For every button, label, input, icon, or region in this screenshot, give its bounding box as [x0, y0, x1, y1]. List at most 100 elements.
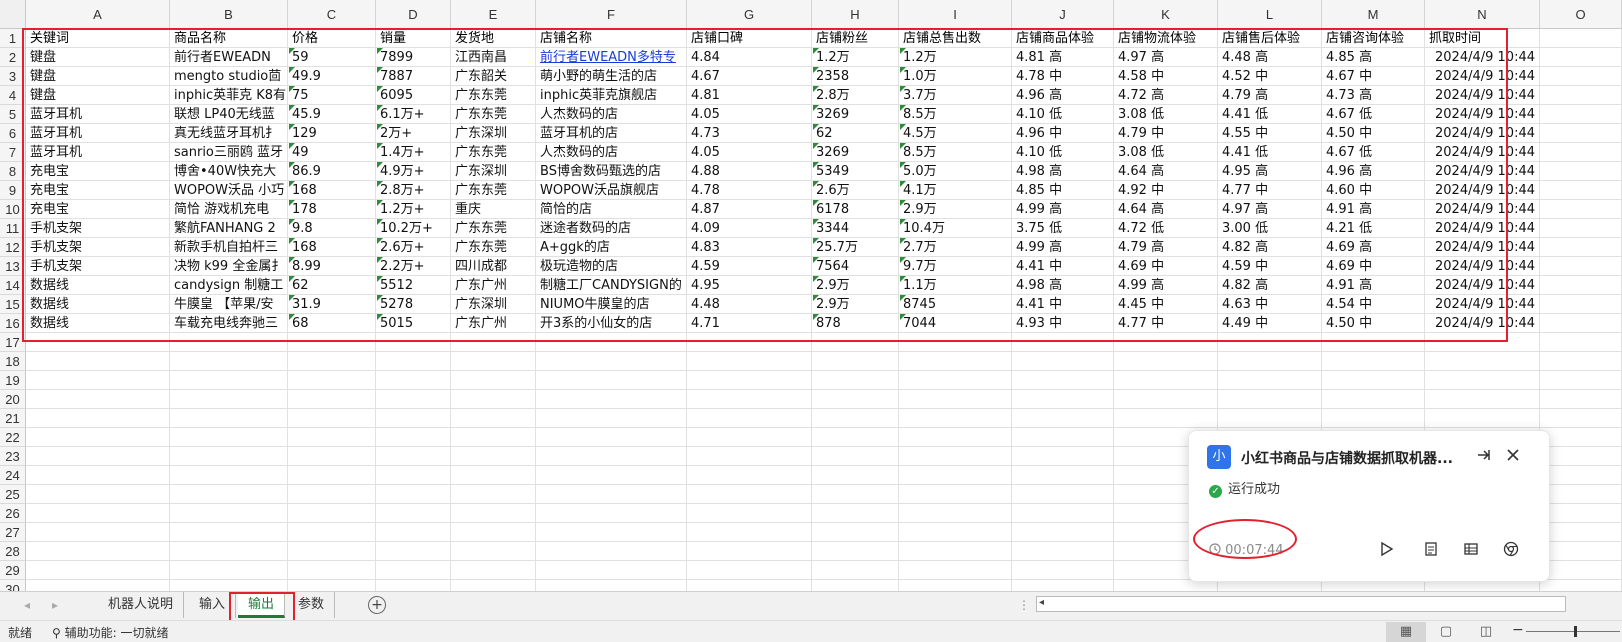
table-cell[interactable]: 2024/4/9 10:44	[1426, 295, 1539, 314]
table-cell[interactable]: 2.7万	[900, 238, 1011, 257]
header-cell[interactable]: 抓取时间	[1426, 29, 1539, 48]
table-cell[interactable]: 4.78 中	[1013, 67, 1113, 86]
table-cell[interactable]: 2024/4/9 10:44	[1426, 238, 1539, 257]
table-cell[interactable]: 2.2万+	[377, 257, 450, 276]
next-sheet-icon[interactable]: ▸	[52, 598, 58, 612]
header-cell[interactable]: 店铺咨询体验	[1323, 29, 1424, 48]
table-cell[interactable]: 4.78	[688, 181, 811, 200]
table-cell[interactable]: 简恰的店	[537, 200, 686, 219]
table-cell[interactable]: 4.79 高	[1115, 238, 1217, 257]
table-cell[interactable]: 联想 LP40无线蓝	[171, 105, 287, 124]
column-header-m[interactable]: M	[1322, 0, 1425, 29]
table-cell[interactable]: 4.96 中	[1013, 124, 1113, 143]
table-cell[interactable]: 4.83	[688, 238, 811, 257]
table-cell[interactable]: 4.71	[688, 314, 811, 333]
row-header-18[interactable]: 18	[0, 352, 26, 371]
table-cell[interactable]: 蓝牙耳机	[27, 105, 169, 124]
table-cell[interactable]: 1.2万	[813, 48, 898, 67]
page-layout-view-button[interactable]: ▢	[1426, 622, 1466, 642]
table-cell[interactable]: 7899	[377, 48, 450, 67]
header-cell[interactable]: 价格	[289, 29, 375, 48]
table-cell[interactable]: 1.2万	[900, 48, 1011, 67]
table-cell[interactable]: 4.97 高	[1219, 200, 1321, 219]
table-cell[interactable]: 4.59	[688, 257, 811, 276]
table-cell[interactable]: 蓝牙耳机	[27, 124, 169, 143]
row-header-7[interactable]: 7	[0, 143, 26, 162]
table-cell[interactable]: 广东东莞	[452, 105, 535, 124]
table-cell[interactable]: 2.9万	[813, 295, 898, 314]
column-header-o[interactable]: O	[1540, 0, 1622, 29]
header-cell[interactable]: 发货地	[452, 29, 535, 48]
table-cell[interactable]: 2024/4/9 10:44	[1426, 200, 1539, 219]
table-cell[interactable]: inphic英菲克 K8有	[171, 86, 287, 105]
table-cell[interactable]: 蓝牙耳机的店	[537, 124, 686, 143]
table-cell[interactable]: 8745	[900, 295, 1011, 314]
table-cell[interactable]: 3.08 低	[1115, 105, 1217, 124]
table-cell[interactable]: 4.41 低	[1219, 105, 1321, 124]
scroll-left-icon[interactable]: ◂	[1039, 597, 1044, 608]
table-cell[interactable]: 31.9	[289, 295, 375, 314]
row-header-30[interactable]: 30	[0, 580, 26, 591]
tab-output[interactable]: 输出	[238, 592, 286, 618]
table-cell[interactable]: 4.69 中	[1323, 257, 1424, 276]
table-cell[interactable]: 5.0万	[900, 162, 1011, 181]
table-cell[interactable]: 广东广州	[452, 314, 535, 333]
table-cell[interactable]: 4.59 中	[1219, 257, 1321, 276]
table-cell[interactable]: 前行者EWEADN	[171, 48, 287, 67]
row-header-24[interactable]: 24	[0, 466, 26, 485]
table-cell[interactable]: 4.64 高	[1115, 162, 1217, 181]
tab-robot-description[interactable]: 机器人说明	[98, 592, 185, 618]
header-cell[interactable]: 商品名称	[171, 29, 287, 48]
table-cell[interactable]: 4.84	[688, 48, 811, 67]
row-header-27[interactable]: 27	[0, 523, 26, 542]
tab-input[interactable]: 输入	[189, 592, 237, 618]
table-cell[interactable]: 4.69 高	[1323, 238, 1424, 257]
table-cell[interactable]: 手机支架	[27, 219, 169, 238]
table-cell[interactable]: 广东东莞	[452, 219, 535, 238]
table-cell[interactable]: 手机支架	[27, 257, 169, 276]
table-cell[interactable]: 9.7万	[900, 257, 1011, 276]
column-header-n[interactable]: N	[1425, 0, 1540, 29]
table-cell[interactable]: 4.60 中	[1323, 181, 1424, 200]
table-cell[interactable]: BS博舍数码甄选的店	[537, 162, 686, 181]
table-cell[interactable]: 极玩造物的店	[537, 257, 686, 276]
table-cell[interactable]: 四川成都	[452, 257, 535, 276]
header-cell[interactable]: 店铺售后体验	[1219, 29, 1321, 48]
table-cell[interactable]: 4.97 高	[1115, 48, 1217, 67]
table-cell[interactable]: 4.9万+	[377, 162, 450, 181]
table-cell[interactable]: 3.08 低	[1115, 143, 1217, 162]
table-cell[interactable]: 8.5万	[900, 143, 1011, 162]
header-cell[interactable]: 店铺总售出数	[900, 29, 1011, 48]
table-cell[interactable]: 178	[289, 200, 375, 219]
table-cell[interactable]: 4.85 高	[1323, 48, 1424, 67]
table-cell[interactable]: 手机支架	[27, 238, 169, 257]
header-cell[interactable]: 店铺口碑	[688, 29, 811, 48]
table-cell[interactable]: 1.0万	[900, 67, 1011, 86]
table-cell[interactable]: 数据线	[27, 276, 169, 295]
table-cell[interactable]: 25.7万	[813, 238, 898, 257]
table-cell[interactable]: inphic英菲克旗舰店	[537, 86, 686, 105]
table-cell[interactable]: 键盘	[27, 86, 169, 105]
table-cell[interactable]: 迷途者数码的店	[537, 219, 686, 238]
table-cell[interactable]: 2024/4/9 10:44	[1426, 143, 1539, 162]
table-cell[interactable]: 2024/4/9 10:44	[1426, 257, 1539, 276]
table-cell[interactable]: 人杰数码的店	[537, 143, 686, 162]
row-header-16[interactable]: 16	[0, 314, 26, 333]
table-cell[interactable]: 10.2万+	[377, 219, 450, 238]
table-cell[interactable]: 2万+	[377, 124, 450, 143]
table-cell[interactable]: 4.64 高	[1115, 200, 1217, 219]
column-header-b[interactable]: B	[170, 0, 288, 29]
table-cell[interactable]: 萌小野的萌生活的店	[537, 67, 686, 86]
table-cell[interactable]: 3.7万	[900, 86, 1011, 105]
table-cell[interactable]: 4.91 高	[1323, 200, 1424, 219]
table-cell[interactable]: 2.6万	[813, 181, 898, 200]
table-cell[interactable]: 1.1万	[900, 276, 1011, 295]
table-cell[interactable]: 广东东莞	[452, 181, 535, 200]
table-cell[interactable]: 3269	[813, 143, 898, 162]
table-cell[interactable]: 4.72 高	[1115, 86, 1217, 105]
table-cell[interactable]: 10.4万	[900, 219, 1011, 238]
table-cell[interactable]: 繁航FANHANG 2	[171, 219, 287, 238]
table-cell[interactable]: WOPOW沃品 小巧	[171, 181, 287, 200]
accessibility-status[interactable]: ⚲ 辅助功能: 一切就绪	[52, 624, 168, 641]
table-cell[interactable]: 3344	[813, 219, 898, 238]
